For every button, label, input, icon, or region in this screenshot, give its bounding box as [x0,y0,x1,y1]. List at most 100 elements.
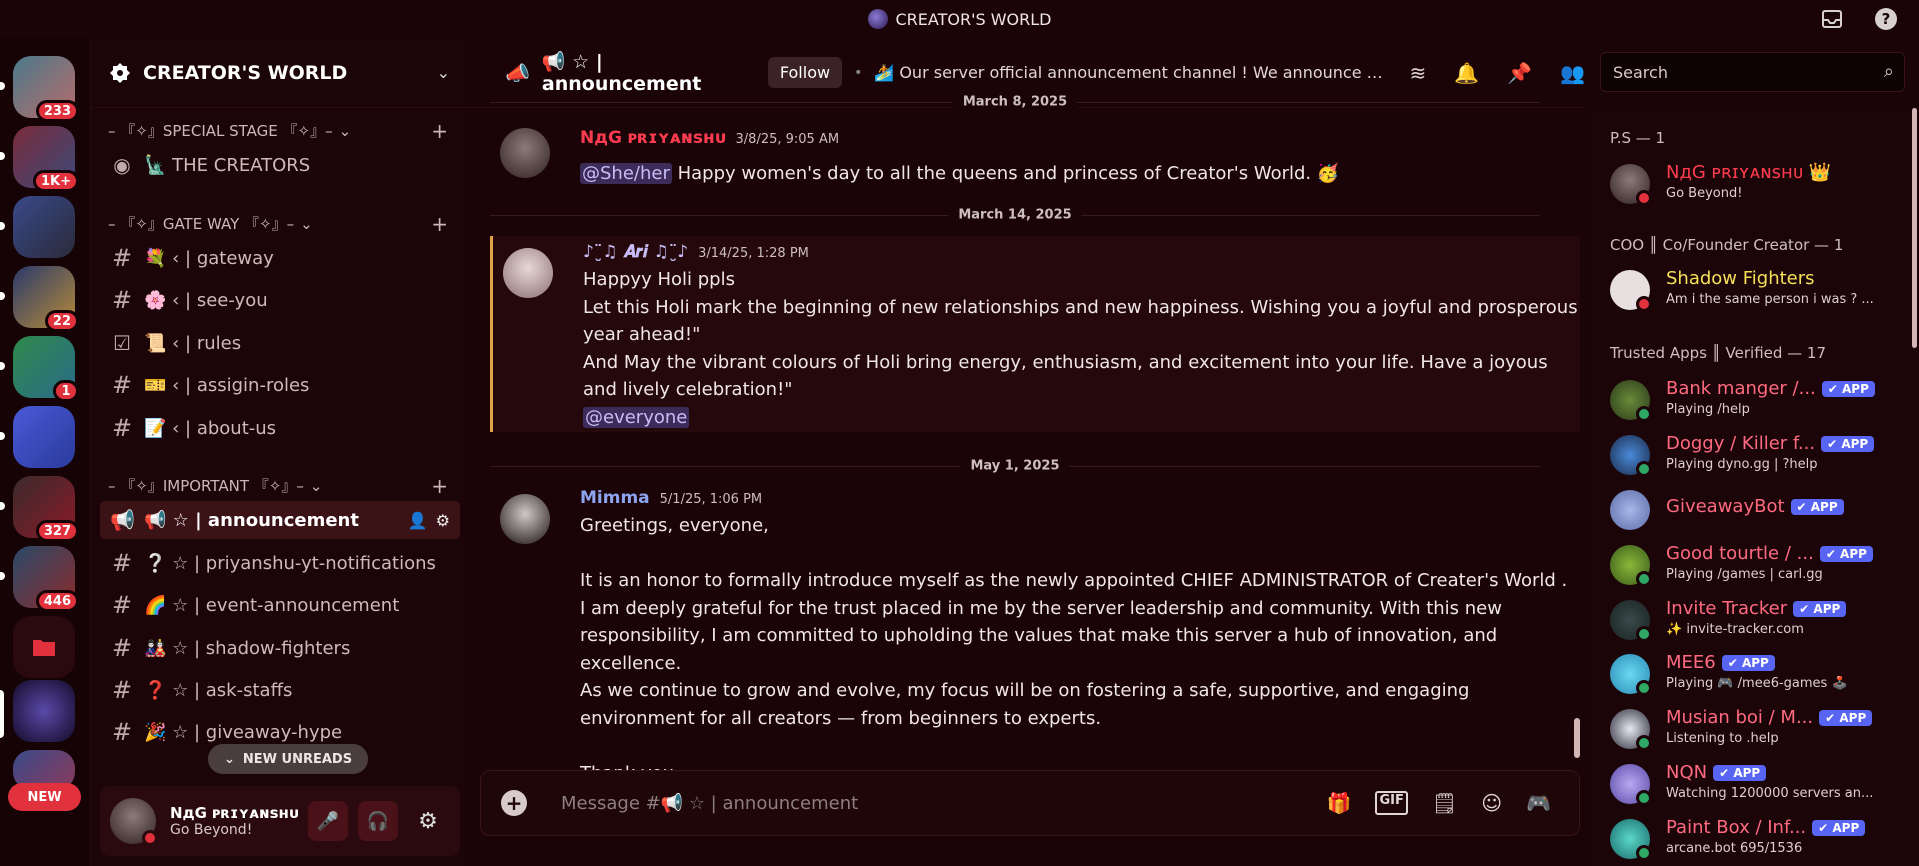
server-badge-icon [110,62,130,83]
guild-header[interactable]: CREATOR'S WORLD ⌄ [91,38,470,108]
sticker-icon[interactable]: 🗒 [1432,791,1457,815]
message-composer[interactable]: + Message #📢 ☆ | announcement 🎁 GIF 🗒 ☺ … [480,770,1580,836]
member-item[interactable]: Invite Tracker ✔ APP ✨ invite-tracker.com [1610,598,1910,646]
member-item[interactable]: Shadow Fighters Am i the same person i w… [1610,268,1910,316]
channel-about-us[interactable]: # 📝 ‹ | about-us [100,409,460,447]
member-item[interactable]: MEE6 ✔ APP Playing 🎮 /mee6-games 🕹️ [1610,652,1910,700]
channel-event-announcement[interactable]: # 🌈 ☆ | event-announcement [100,586,460,624]
online-status-icon [1636,735,1652,751]
avatar[interactable] [500,128,550,178]
gear-icon[interactable]: ⚙ [436,511,450,530]
threads-icon[interactable]: ≋ [1410,61,1427,85]
role-mention[interactable]: @She/her [580,163,672,184]
everyone-mention[interactable]: @everyone [583,406,690,428]
chevron-down-icon[interactable]: ⌄ [437,63,450,82]
avatar[interactable] [500,494,550,544]
channel-gateway[interactable]: # 💐 ‹ | gateway [100,239,460,277]
creators-world-server-icon[interactable] [13,680,75,742]
add-channel-icon[interactable]: + [431,474,448,498]
add-channel-icon[interactable]: + [431,119,448,143]
channel-label: 📢 ☆ | announcement [144,509,359,531]
inbox-icon[interactable] [1819,6,1845,32]
chevron-down-icon: ⌄ [309,476,323,495]
message-line [580,540,1580,568]
folder-icon[interactable] [13,616,75,678]
channel-the-creators[interactable]: ◉ 🗽 THE CREATORS [100,146,460,184]
date-divider-label: March 8, 2025 [952,94,1078,110]
hash-icon: # [111,286,133,314]
message[interactable]: NдG ᴘʀɪʏᴀɴꜱʜᴜ 3/8/25, 9:05 AM @She/her H… [490,116,1580,196]
message-line: And May the vibrant colours of Holi brin… [583,351,1548,401]
new-unreads-label: NEW UNREADS [242,751,353,767]
mention-badge: 446 [35,590,79,612]
selected-pill [0,690,4,738]
new-unreads-button[interactable]: ⌄ NEW UNREADS [208,744,369,774]
category-gate-way[interactable]: – 『✧』GATE WAY 『✧』– ⌄ + [108,212,448,236]
server-icon[interactable]: 446 [13,546,79,612]
message-timestamp: 5/1/25, 1:06 PM [659,492,763,507]
guild-name: CREATOR'S WORLD [143,61,348,84]
member-item[interactable]: Bank manger /... ✔ APP Playing /help [1610,378,1910,426]
message[interactable]: ♪¨̮♫ 𝑨𝒓𝒊 ♫¨̮♪ 3/14/25, 1:28 PM Happyy Ho… [490,236,1580,432]
dnd-status-icon [142,830,158,846]
message-scrollbar[interactable] [1574,718,1580,758]
mic-muted-icon[interactable]: 🎤 [308,801,348,841]
emoji-icon[interactable]: ☺ [1481,791,1502,815]
member-scrollbar[interactable] [1912,108,1917,348]
server-icon[interactable] [13,406,75,468]
channel-assign-roles[interactable]: # 🎫 ‹ | assigin-roles [100,366,460,404]
member-item[interactable]: Good tourtle / ... ✔ APP Playing /games |… [1610,543,1910,591]
member-item[interactable]: Paint Box / Inf... ✔ APP arcane.bot 695/1… [1610,817,1910,865]
server-icon[interactable]: 233 [13,56,79,122]
server-icon[interactable]: 327 [13,476,79,542]
server-icon[interactable]: 22 [13,266,79,332]
gear-icon[interactable]: ⚙ [408,801,448,841]
bell-icon[interactable]: 🔔 [1454,61,1479,85]
channel-shadow-fighters[interactable]: # 🎎 ☆ | shadow-fighters [100,629,460,667]
avatar[interactable] [110,798,158,846]
pin-icon[interactable]: 📌 [1507,61,1532,85]
chevron-down-icon: ⌄ [338,121,352,140]
member-item[interactable]: Musian boi / M... ✔ APP Listening to .hel… [1610,707,1910,755]
message[interactable]: Mimma 5/1/25, 1:06 PM Greetings, everyon… [490,482,1580,784]
date-divider-label: May 1, 2025 [960,458,1070,474]
avatar[interactable] [503,248,553,298]
member-item[interactable]: GiveawayBot ✔ APP [1610,488,1910,536]
search-input[interactable]: Search ⌕ [1600,52,1905,92]
channel-see-you[interactable]: # 🌸 ‹ | see-you [100,281,460,319]
channel-yt-notifications[interactable]: # ❔ ☆ | priyanshu-yt-notifications [100,544,460,582]
message-author[interactable]: NдG ᴘʀɪʏᴀɴꜱʜᴜ [580,128,726,148]
channel-announcement[interactable]: 📢 📢 ☆ | announcement 👤 ⚙ [100,501,460,539]
member-item[interactable]: NдG ᴘʀɪʏᴀɴꜱʜᴜ 👑 Go Beyond! [1610,162,1910,210]
server-icon[interactable]: 1K+ [13,126,79,192]
channel-rules[interactable]: ☑ 📜 ‹ | rules [100,324,460,362]
new-servers-badge[interactable]: NEW [8,783,81,811]
add-attachment-icon[interactable]: + [501,790,527,816]
gift-icon[interactable]: 🎁 [1327,791,1352,815]
activities-icon[interactable]: 🎮 [1526,791,1551,815]
channel-ask-staffs[interactable]: # ❓ ☆ | ask-staffs [100,671,460,709]
search-placeholder: Search [1613,62,1668,82]
channel-topic[interactable]: 🏄 Our server official announcement chann… [874,63,1383,82]
server-icon[interactable]: 1 [13,336,79,402]
gif-icon[interactable]: GIF [1375,791,1408,815]
hash-icon: # [111,549,133,577]
message-author[interactable]: ♪¨̮♫ 𝑨𝒓𝒊 ♫¨̮♪ [583,242,688,262]
deafen-icon[interactable]: 🎧 [358,801,398,841]
message-input[interactable]: Message #📢 ☆ | announcement [561,793,858,814]
server-icon[interactable] [13,196,75,258]
member-item[interactable]: NQN ✔ APP Watching 1200000 servers an... [1610,762,1910,810]
message-line [580,732,1580,760]
message-author[interactable]: Mimma [580,488,650,508]
avatar [1610,545,1652,587]
follow-button[interactable]: Follow [767,57,843,88]
channel-label: 🌈 ☆ | event-announcement [144,594,400,616]
members-icon[interactable]: 👥 [1560,61,1585,85]
member-item[interactable]: Doggy / Killer f... ✔ APP Playing dyno.gg… [1610,433,1910,481]
category-special-stage[interactable]: – 『✧』SPECIAL STAGE 『✧』– ⌄ + [108,119,448,143]
member-group-header: P.S — 1 [1610,129,1666,147]
invite-icon[interactable]: 👤 [408,511,428,530]
help-icon[interactable]: ? [1873,6,1899,32]
add-channel-icon[interactable]: + [431,212,448,236]
category-important[interactable]: – 『✧』IMPORTANT 『✧』– ⌄ + [108,474,448,498]
